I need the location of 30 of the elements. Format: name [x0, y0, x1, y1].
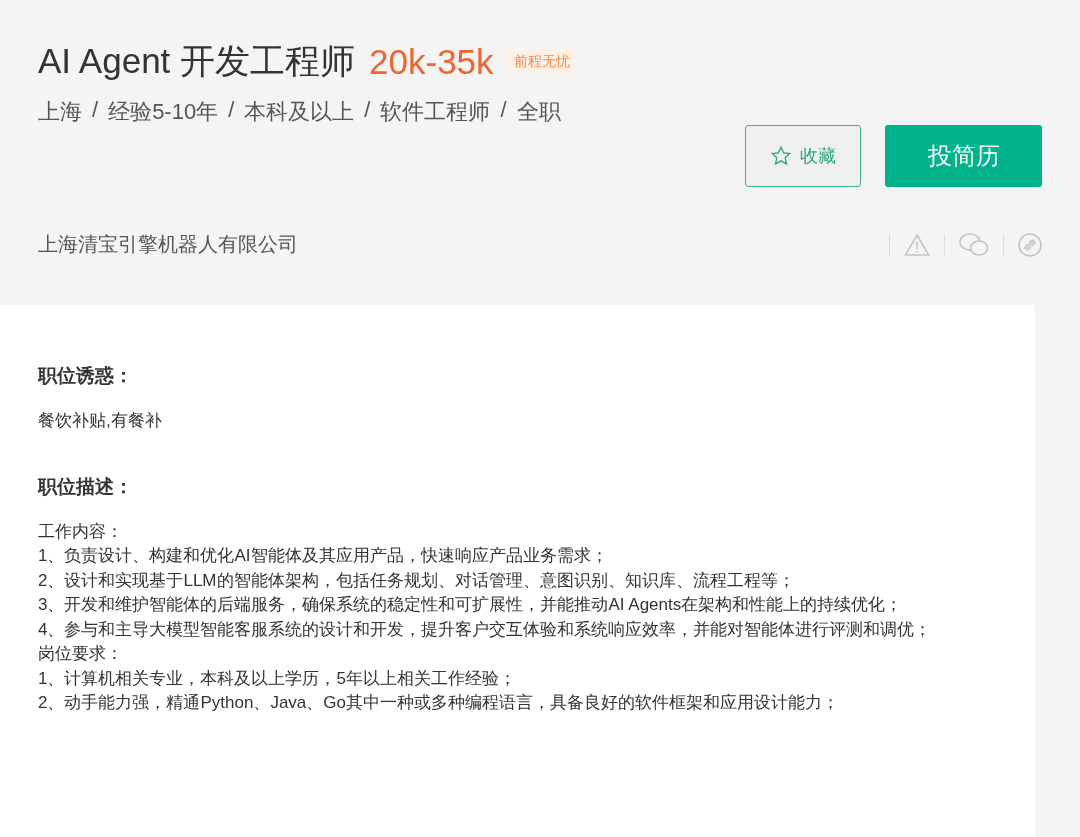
job-meta: 本科及以上: [244, 98, 355, 126]
favorite-button[interactable]: 收藏: [745, 125, 861, 187]
separator: /: [364, 97, 371, 124]
separator: /: [500, 97, 507, 124]
section-heading: 职位诱惑：: [38, 364, 134, 388]
salary: 20k-35k: [369, 41, 494, 82]
description-line: 2、动手能力强，精通Python、Java、Go其中一种或多种编程语言，具备良好的软件框架和应用设计能力；: [38, 692, 840, 714]
job-meta: 软件工程师: [380, 98, 491, 126]
description-line: 1、计算机相关专业，本科及以上学历，5年以上相关工作经验；: [38, 667, 517, 690]
description-line: 岗位要求：: [38, 643, 124, 665]
job-title: AI Agent 开发工程师: [38, 40, 356, 82]
wechat-icon[interactable]: [959, 232, 989, 257]
company-name[interactable]: 上海清宝引擎机器人有限公司: [38, 231, 298, 258]
apply-button[interactable]: 投简历: [885, 125, 1042, 187]
warning-icon[interactable]: [904, 232, 930, 257]
link-icon[interactable]: [1018, 232, 1042, 257]
job-meta: 上海: [38, 98, 82, 126]
description-line: 4、参与和主导大模型智能客服系统的设计和开发，提升客户交互体验和系统响应效率，并能对智能体进行评测和调优；: [38, 618, 933, 641]
description-line: 1、负责设计、构建和优化AI智能体及其应用产品，快速响应产品业务需求；: [38, 545, 609, 567]
section-heading: 职位描述：: [38, 474, 134, 499]
star-icon: [770, 145, 792, 167]
separator: /: [92, 97, 99, 124]
description-line: 餐饮补贴,有餐补: [38, 410, 163, 432]
job-meta: 全职: [516, 98, 561, 126]
job-meta: 经验5-10年: [108, 98, 219, 126]
separator: /: [228, 97, 235, 124]
description-line: 工作内容：: [38, 520, 124, 543]
description-line: 2、设计和实现基于LLM的智能体架构，包括任务规划、对话管理、意图识别、知识库、流程工程等；: [38, 569, 796, 592]
description-line: 3、开发和维护智能体的后端服务，确保系统的稳定性和可扩展性，并能推动AI Agents在架构和性能上的持续优化；: [38, 594, 904, 616]
source-tag: 前程无忧: [507, 49, 576, 74]
